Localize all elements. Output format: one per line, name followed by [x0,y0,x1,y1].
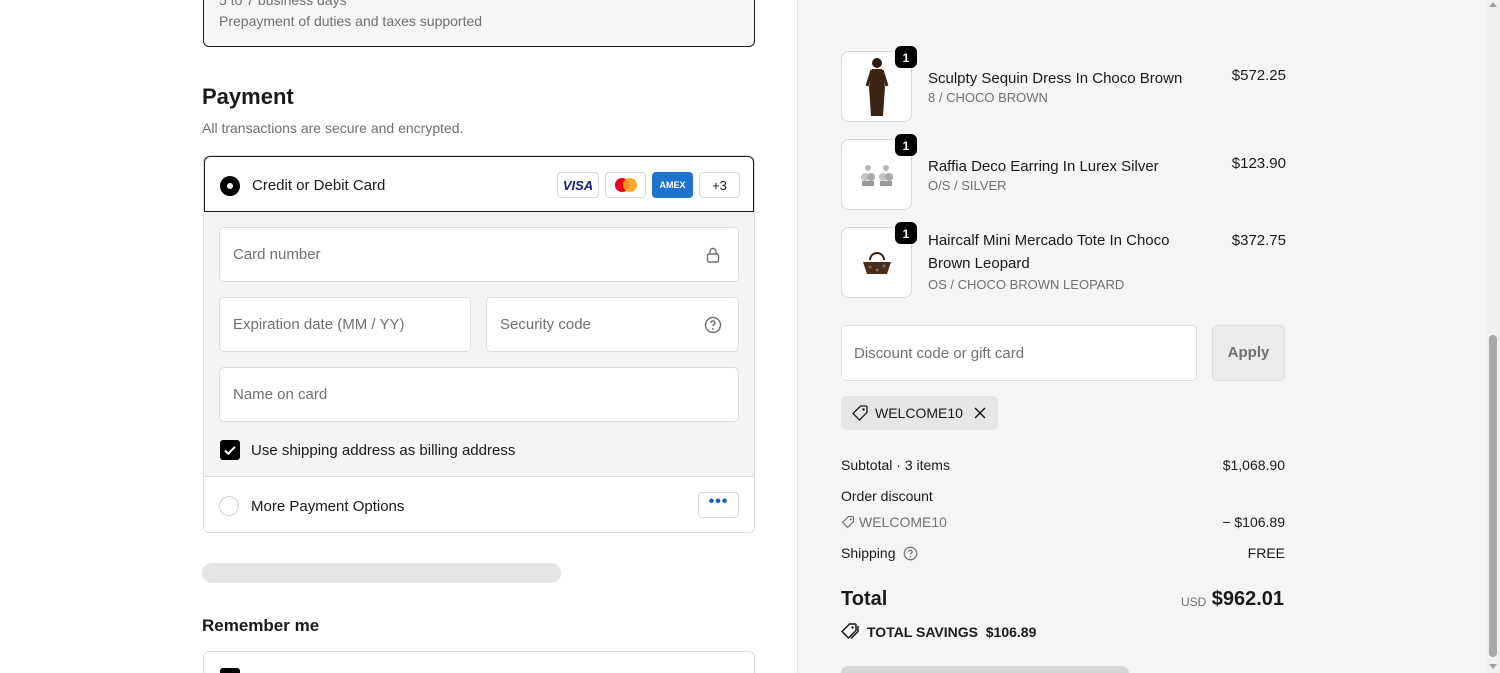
discount-code-field[interactable] [841,325,1197,381]
total-currency: USD [1181,595,1207,609]
name-on-card-input[interactable] [233,386,648,403]
quantity-badge: 1 [894,221,918,245]
total-value: $962.01 [1211,588,1284,610]
discount-code-line: WELCOME10 [841,514,947,530]
shipping-method-selected[interactable]: 5 to 7 business days Prepayment of dutie… [203,0,755,47]
shipping-row: Shipping FREE [841,545,1285,561]
remember-me-checkbox[interactable] [220,668,240,673]
card-number-input[interactable] [233,246,648,263]
close-icon[interactable] [972,405,988,421]
scroll-down-icon[interactable] [1489,664,1497,669]
quantity-badge: 1 [894,133,918,157]
loading-placeholder [202,563,561,583]
shipping-label: Shipping [841,545,896,561]
shipping-value: FREE [1247,545,1285,561]
credit-card-label: Credit or Debit Card [252,177,386,194]
more-payment-radio[interactable] [219,496,239,516]
applied-discount-chip: WELCOME10 [841,396,998,430]
credit-card-option[interactable]: Credit or Debit Card VISA AMEX +3 [204,156,754,212]
card-form: Use shipping address as billing address [204,212,754,477]
item-variant: 8 / CHOCO BROWN [928,90,1048,105]
order-summary-pane: 1 Sculpty Sequin Dress In Choco Brown 8 … [797,0,1486,673]
subtotal-value: $1,068.90 [1222,457,1285,473]
more-payment-options[interactable]: More Payment Options ••• [204,477,754,532]
subtotal-row: Subtotal · 3 items $1,068.90 [841,457,1285,473]
item-variant: O/S / SILVER [928,178,1007,193]
lock-icon [706,247,720,263]
expiration-date-field[interactable] [219,297,471,352]
discount-value: − $106.89 [1222,514,1285,530]
item-price: $572.25 [1231,67,1286,84]
help-circle-icon[interactable] [704,316,722,334]
expiration-date-input[interactable] [233,316,433,333]
total-savings: TOTAL SAVINGS $106.89 [840,622,1037,640]
line-item: 1 Sculpty Sequin Dress In Choco Brown 8 … [841,45,1286,123]
checkout-form-pane: 5 to 7 business days Prepayment of dutie… [0,0,797,673]
pay-now-placeholder [841,666,1129,673]
security-code-field[interactable] [486,297,739,352]
subtotal-label: Subtotal · 3 items [841,457,950,473]
mastercard-icon [605,172,646,198]
item-price: $123.90 [1231,155,1286,172]
tags-icon [840,623,859,640]
discount-code-text: WELCOME10 [859,514,947,530]
scroll-thumb[interactable] [1489,335,1497,657]
more-brands-badge: +3 [699,172,740,198]
more-payment-label: More Payment Options [251,498,405,515]
applied-code-label: WELCOME10 [875,405,963,421]
total-label: Total [841,588,888,610]
page-scrollbar[interactable] [1486,0,1500,673]
item-name: Haircalf Mini Mercado Tote In Choco Brow… [928,232,1170,272]
line-item: 1 Raffia Deco Earring In Lurex Silver O/… [841,133,1286,211]
scroll-up-icon[interactable] [1489,2,1497,7]
shipping-delivery-time: 5 to 7 business days [219,0,347,8]
item-price: $372.75 [1231,232,1286,249]
savings-label: TOTAL SAVINGS [867,624,978,640]
order-discount-label: Order discount [841,488,933,504]
payment-subtitle: All transactions are secure and encrypte… [202,120,464,136]
quantity-badge: 1 [894,45,918,69]
billing-address-label[interactable]: Use shipping address as billing address [251,442,515,459]
order-discount-row: Order discount [841,488,1285,504]
item-variant: OS / CHOCO BROWN LEOPARD [928,277,1125,292]
line-item: 1 Haircalf Mini Mercado Tote In Choco Br… [841,221,1286,299]
check-icon [224,446,236,456]
payment-title: Payment [202,84,294,109]
item-name: Raffia Deco Earring In Lurex Silver [928,158,1159,175]
name-on-card-field[interactable] [219,367,739,422]
discount-code-input[interactable] [854,345,1174,362]
savings-value: $106.89 [985,624,1037,640]
apply-discount-button[interactable]: Apply [1212,325,1285,381]
credit-card-radio[interactable] [220,176,240,196]
tag-icon [852,405,868,421]
remember-me-title: Remember me [202,616,320,635]
billing-address-checkbox[interactable] [220,440,240,460]
more-options-dots-icon[interactable]: ••• [698,492,739,518]
item-name: Sculpty Sequin Dress In Choco Brown [928,70,1183,87]
help-circle-icon[interactable] [903,546,918,561]
remember-me-box [203,651,755,673]
security-code-input[interactable] [500,316,701,333]
card-number-field[interactable] [219,227,739,282]
payment-methods: Credit or Debit Card VISA AMEX +3 Card n… [203,155,755,533]
visa-icon: VISA [557,172,599,198]
amex-icon: AMEX [652,172,693,198]
tag-icon [841,515,855,529]
shipping-duties-note: Prepayment of duties and taxes supported [219,13,483,29]
